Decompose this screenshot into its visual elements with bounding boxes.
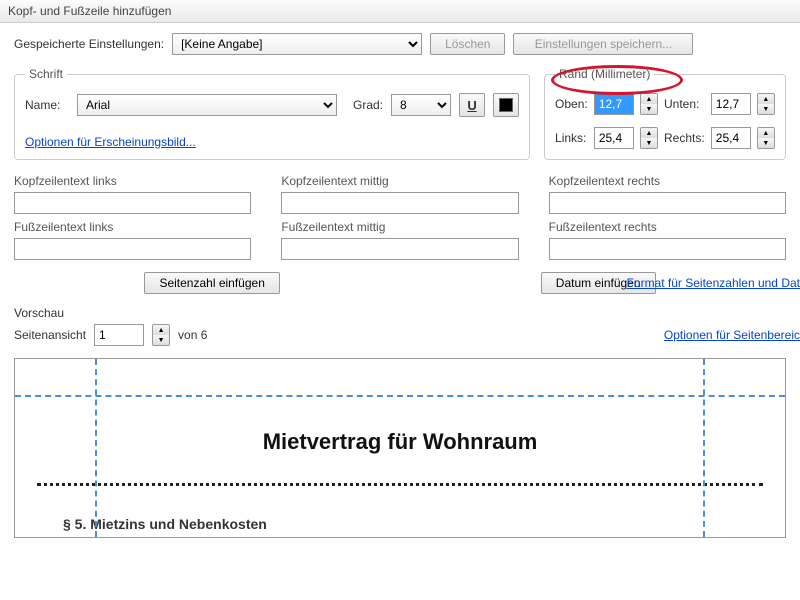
footer-center-label: Fußzeilentext mittig (281, 220, 518, 234)
appearance-link[interactable]: Optionen für Erscheinungsbild... (25, 135, 196, 149)
margin-top-spinner[interactable]: ▲▼ (640, 93, 658, 115)
margin-right-label: Rechts: (664, 131, 705, 145)
margin-left-input[interactable] (594, 127, 634, 149)
font-legend: Schrift (25, 67, 67, 81)
margin-bottom-label: Unten: (664, 97, 705, 111)
font-size-select[interactable]: 8 (391, 94, 451, 116)
margin-group: Rand (Millimeter) Oben: ▲▼ Unten: ▲▼ Lin… (544, 67, 786, 160)
range-link[interactable]: Optionen für Seitenbereic (664, 328, 800, 342)
doc-line1: 1. Der Mietzins ohne Betriebskosten betr… (87, 536, 785, 538)
margin-bottom-spinner[interactable]: ▲▼ (757, 93, 775, 115)
header-center-label: Kopfzeilentext mittig (281, 174, 518, 188)
header-center-input[interactable] (281, 192, 518, 214)
pageview-of: von 6 (178, 328, 207, 342)
margin-top-label: Oben: (555, 97, 588, 111)
margin-right-input[interactable] (711, 127, 751, 149)
header-left-label: Kopfzeilentext links (14, 174, 251, 188)
color-button[interactable] (493, 93, 519, 117)
window-title: Kopf- und Fußzeile hinzufügen (0, 0, 800, 23)
footer-center-input[interactable] (281, 238, 518, 260)
doc-section: § 5. Mietzins und Nebenkosten (63, 516, 785, 532)
pageview-label: Seitenansicht (14, 328, 86, 342)
font-group: Schrift Name: Arial Grad: 8 U Optionen f… (14, 67, 530, 160)
saved-settings-select[interactable]: [Keine Angabe] (172, 33, 422, 55)
pageview-spinner[interactable]: ▲▼ (152, 324, 170, 346)
header-right-input[interactable] (549, 192, 786, 214)
margin-top-input[interactable] (594, 93, 634, 115)
footer-left-input[interactable] (14, 238, 251, 260)
preview-pane: Mietvertrag für Wohnraum § 5. Mietzins u… (14, 358, 786, 538)
header-left-input[interactable] (14, 192, 251, 214)
highlight-ring (551, 65, 683, 95)
margin-bottom-input[interactable] (711, 93, 751, 115)
doc-title: Mietvertrag für Wohnraum (15, 429, 785, 455)
pageview-input[interactable] (94, 324, 144, 346)
preview-label: Vorschau (14, 306, 786, 320)
font-size-label: Grad: (353, 98, 383, 112)
footer-right-input[interactable] (549, 238, 786, 260)
underline-button[interactable]: U (459, 93, 485, 117)
format-link[interactable]: Format für Seitenzahlen und Dat (627, 276, 800, 290)
delete-button[interactable]: Löschen (430, 33, 505, 55)
margin-right-spinner[interactable]: ▲▼ (757, 127, 775, 149)
footer-left-label: Fußzeilentext links (14, 220, 251, 234)
footer-right-label: Fußzeilentext rechts (549, 220, 786, 234)
insert-page-button[interactable]: Seitenzahl einfügen (144, 272, 279, 294)
font-name-select[interactable]: Arial (77, 94, 337, 116)
saved-settings-label: Gespeicherte Einstellungen: (14, 37, 164, 51)
save-settings-button[interactable]: Einstellungen speichern... (513, 33, 693, 55)
margin-left-label: Links: (555, 131, 588, 145)
header-right-label: Kopfzeilentext rechts (549, 174, 786, 188)
font-name-label: Name: (25, 98, 69, 112)
margin-left-spinner[interactable]: ▲▼ (640, 127, 658, 149)
